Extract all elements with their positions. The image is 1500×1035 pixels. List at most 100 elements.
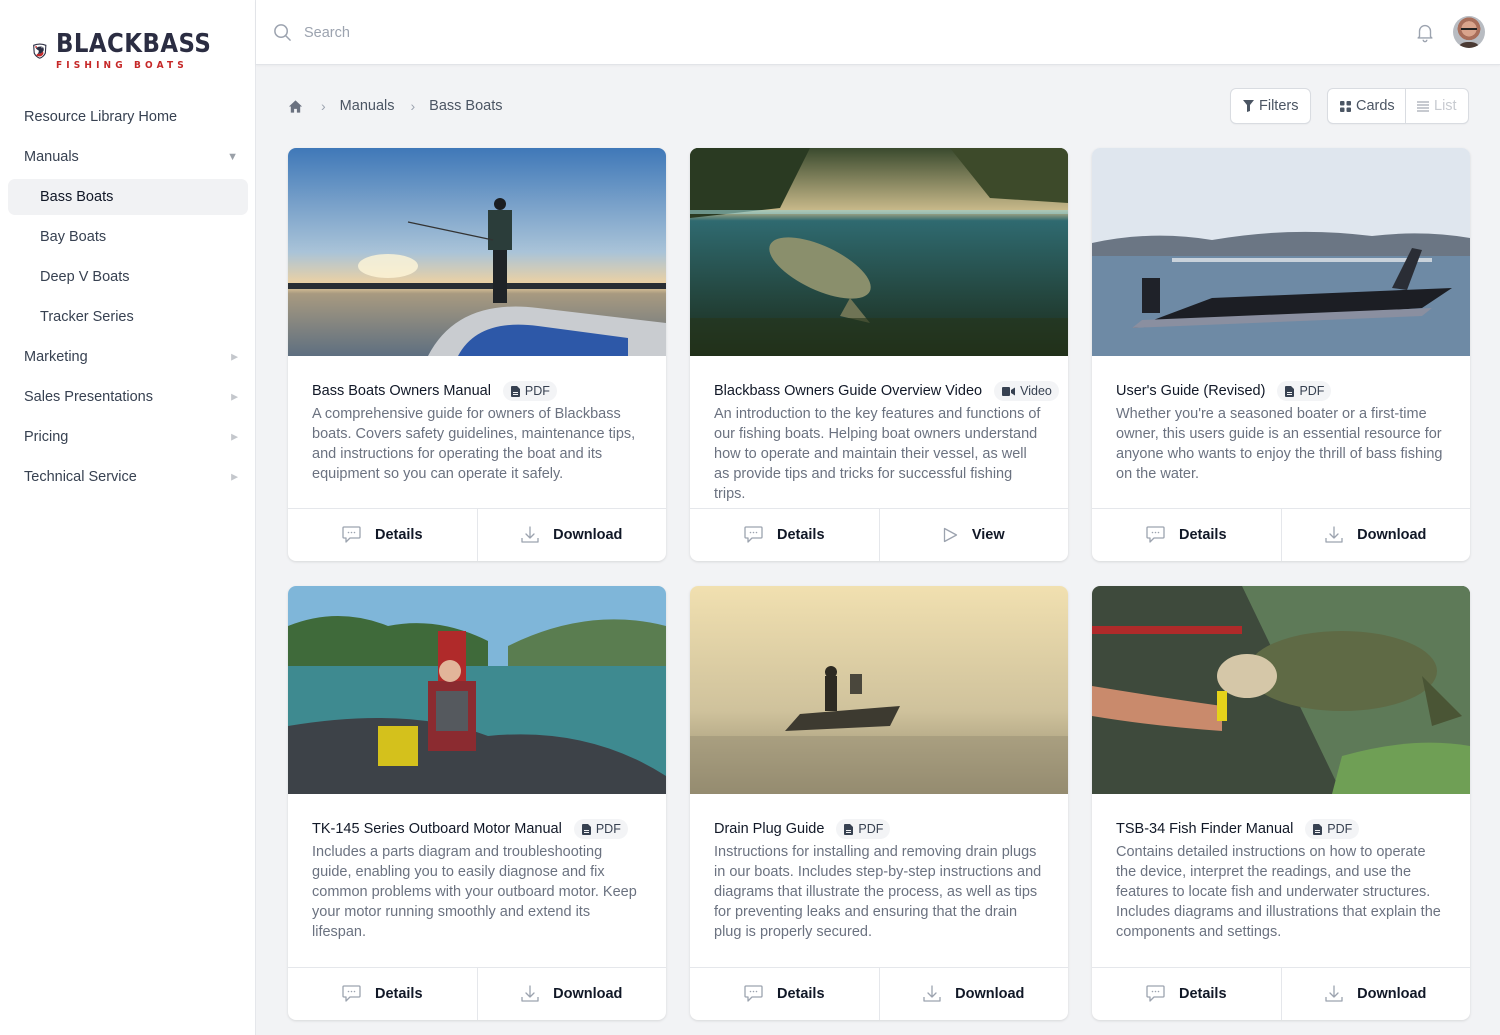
download-button[interactable]: Download [1280,968,1471,1020]
sidebar-item-resource-library-home[interactable]: Resource Library Home [8,99,248,135]
chat-bubble-icon [744,985,763,1002]
sidebar-item-bay-boats[interactable]: Bay Boats [8,219,248,255]
chat-bubble-icon [1146,985,1165,1002]
card-title[interactable]: Drain Plug Guide [714,821,824,837]
avatar-shirt [1457,42,1481,48]
breadcrumb: › Manuals › Bass Boats [288,94,503,118]
file-type-badge: PDF [836,819,891,839]
avatar-glasses [1461,28,1477,31]
sidebar-item-bass-boats[interactable]: Bass Boats [8,179,248,215]
card-thumbnail[interactable] [1092,586,1470,794]
card-description: A comprehensive guide for owners of Blac… [312,406,636,482]
home-icon[interactable] [288,99,303,114]
file-type-label: PDF [524,384,550,398]
card-title[interactable]: TSB-34 Fish Finder Manual [1116,821,1293,837]
details-button[interactable]: Details [1092,968,1281,1020]
card-body: TK-145 Series Outboard Motor Manual PDF … [288,794,666,946]
download-icon [521,985,539,1002]
document-icon [581,823,591,835]
sidebar-item-label: Bass Boats [40,189,114,205]
play-icon [943,527,958,543]
search-input[interactable] [304,18,904,48]
file-type-label: PDF [1327,822,1353,836]
card-title-row: TSB-34 Fish Finder Manual PDF [1116,818,1446,840]
download-icon [1325,985,1343,1002]
caret-right-icon: ▶ [231,351,238,362]
download-button[interactable]: Download [1280,509,1471,561]
details-button[interactable]: Details [1092,509,1281,561]
resource-card: User's Guide (Revised) PDF Whether you'r… [1092,148,1470,561]
filters-button[interactable]: Filters [1230,88,1311,124]
file-type-label: PDF [858,822,884,836]
download-button[interactable]: Download [476,509,667,561]
bell-icon[interactable] [1414,21,1436,43]
details-button[interactable]: Details [288,509,477,561]
details-button[interactable]: Details [288,968,477,1020]
card-title[interactable]: Bass Boats Owners Manual [312,383,491,399]
sidebar-item-tracker-series[interactable]: Tracker Series [8,299,248,335]
chat-bubble-icon [342,985,361,1002]
card-title[interactable]: TK-145 Series Outboard Motor Manual [312,821,562,837]
chat-bubble-icon [1146,526,1165,543]
card-title[interactable]: Blackbass Owners Guide Overview Video [714,383,982,399]
card-thumbnail[interactable] [690,586,1068,794]
sidebar-item-technical-service[interactable]: Technical Service ▶ [8,459,248,495]
view-cards-button[interactable]: Cards [1328,89,1406,123]
card-actions: Details Download [1092,508,1470,561]
action-label: Details [1178,986,1227,1002]
card-description: Instructions for installing and removing… [714,844,1042,940]
card-thumbnail[interactable] [288,148,666,356]
grid-icon [1340,100,1351,112]
resource-card: TK-145 Series Outboard Motor Manual PDF … [288,586,666,1020]
card-actions: Details Download [288,967,666,1020]
file-type-label: Video [1020,384,1052,398]
sidebar-item-marketing[interactable]: Marketing ▶ [8,339,248,375]
sidebar-item-deep-v-boats[interactable]: Deep V Boats [8,259,248,295]
view-list-button[interactable]: List [1406,89,1457,123]
details-button[interactable]: Details [690,509,879,561]
action-label: Details [776,527,825,543]
breadcrumb-bass-boats[interactable]: Bass Boats [429,98,502,114]
view-button[interactable]: View [878,509,1069,561]
brand-logo[interactable]: BLACKBASS FISHING BOATS [32,20,232,82]
breadcrumb-manuals[interactable]: Manuals [340,98,395,114]
card-description: Includes a parts diagram and troubleshoo… [312,844,637,940]
file-type-badge: PDF [1277,381,1332,401]
thumbnail-image [690,148,1068,356]
action-label: Download [1357,986,1427,1002]
card-body: Bass Boats Owners Manual PDF A comprehen… [288,356,666,508]
download-button[interactable]: Download [476,968,667,1020]
card-title[interactable]: User's Guide (Revised) [1116,383,1265,399]
card-thumbnail[interactable] [288,586,666,794]
thumbnail-image [1092,148,1470,356]
sidebar-item-sales-presentations[interactable]: Sales Presentations ▶ [8,379,248,415]
document-icon [510,385,520,397]
view-cards-label: Cards [1356,98,1395,114]
card-actions: Details Download [1092,967,1470,1020]
list-icon [1417,100,1429,112]
card-body: Blackbass Owners Guide Overview Video Vi… [690,356,1068,508]
sidebar-item-pricing[interactable]: Pricing ▶ [8,419,248,455]
card-title-row: Drain Plug Guide PDF [714,818,1044,840]
resource-card: TSB-34 Fish Finder Manual PDF Contains d… [1092,586,1470,1020]
download-icon [1325,526,1343,543]
details-button[interactable]: Details [690,968,879,1020]
top-bar [256,0,1500,65]
bass-shield-icon [33,43,47,59]
action-label: Details [374,986,423,1002]
card-thumbnail[interactable] [1092,148,1470,356]
card-body: TSB-34 Fish Finder Manual PDF Contains d… [1092,794,1470,946]
filter-funnel-icon [1243,100,1254,112]
card-thumbnail[interactable] [690,148,1068,356]
brand-name: BLACKBASS [55,29,211,59]
resource-card: Bass Boats Owners Manual PDF A comprehen… [288,148,666,561]
sidebar-item-label: Technical Service [24,469,137,485]
card-body: Drain Plug Guide PDF Instructions for in… [690,794,1068,946]
document-icon [1313,823,1323,835]
caret-down-icon: ▼ [227,151,238,163]
sidebar-item-manuals[interactable]: Manuals ▼ [8,139,248,175]
download-button[interactable]: Download [878,968,1069,1020]
user-avatar[interactable] [1453,16,1485,48]
download-icon [521,526,539,543]
card-actions: Details View [690,508,1068,561]
